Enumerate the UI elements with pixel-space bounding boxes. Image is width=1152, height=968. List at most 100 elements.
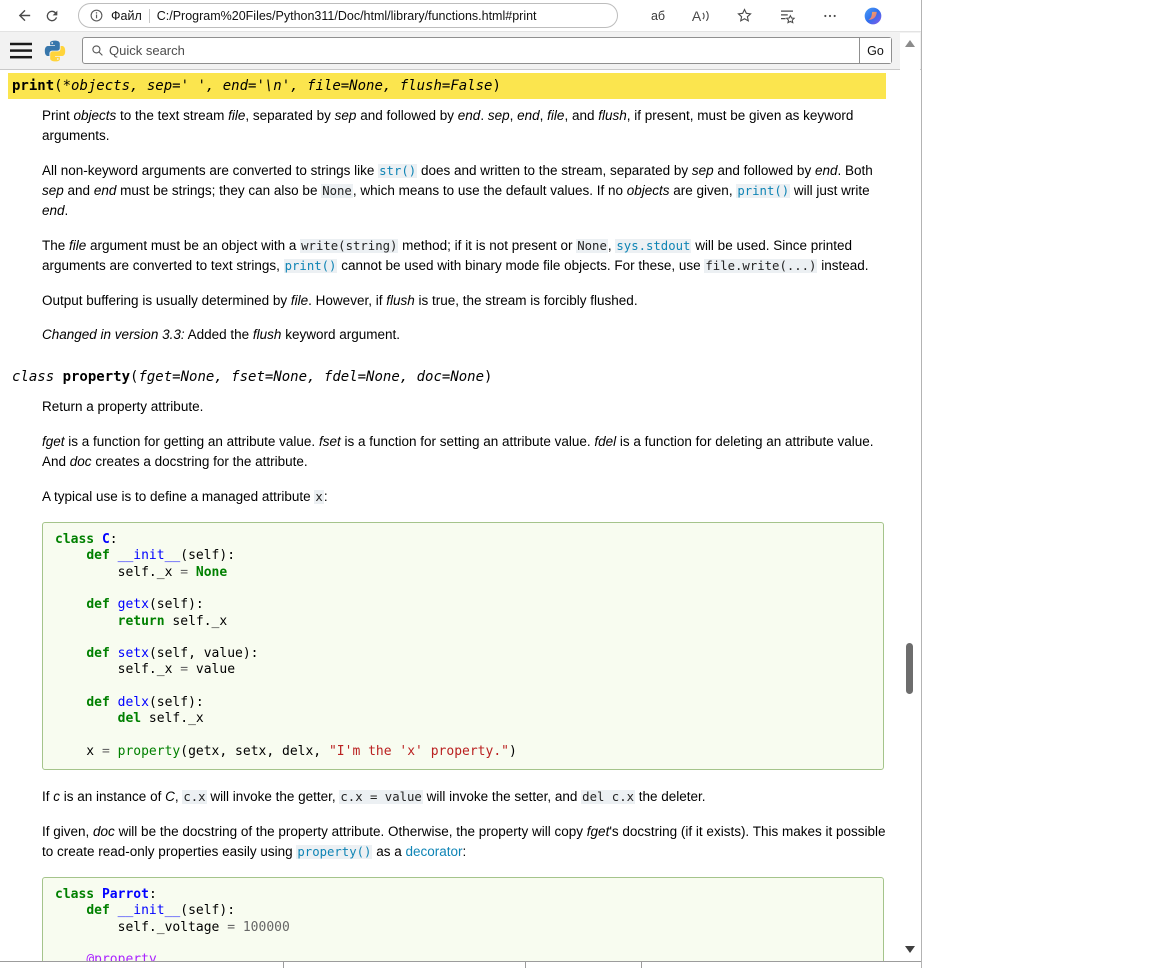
- text-span: cannot be used with binary mode file obj…: [337, 258, 704, 273]
- code-token: x: [55, 744, 102, 759]
- text-span: . Both: [837, 163, 872, 178]
- text-span: does and written to the stream, separate…: [417, 163, 692, 178]
- code-link[interactable]: print(): [284, 259, 338, 273]
- signature-property: class property(fget=None, fset=None, fde…: [8, 364, 886, 390]
- address-divider: [149, 9, 150, 23]
- italic-term: Changed in version 3.3:: [42, 327, 185, 342]
- code-token: (self):: [180, 903, 235, 918]
- collections-icon: [778, 7, 796, 25]
- text-span: Added the: [185, 327, 253, 342]
- copilot-button[interactable]: [859, 2, 887, 30]
- translate-icon: аб: [651, 9, 665, 23]
- text-span: is a function for getting an attribute v…: [65, 434, 319, 449]
- translate-button[interactable]: аб: [644, 2, 672, 30]
- text-span: :: [463, 844, 467, 859]
- code-token: 100000: [243, 920, 290, 935]
- italic-term: objects: [627, 183, 670, 198]
- text-span: , separated by: [245, 108, 334, 123]
- text-span: the deleter.: [635, 789, 706, 804]
- page-info-icon[interactable]: [89, 8, 104, 23]
- address-bar[interactable]: Файл C:/Program%20Files/Python311/Doc/ht…: [78, 3, 618, 28]
- hamburger-icon: [10, 42, 32, 60]
- code-token: [55, 614, 118, 629]
- italic-term: fget: [587, 824, 610, 839]
- code-token: (self):: [180, 548, 235, 563]
- italic-term: end: [458, 108, 481, 123]
- collections-button[interactable]: [773, 2, 801, 30]
- code-token: def: [86, 903, 109, 918]
- code-token: self._x: [55, 565, 180, 580]
- favorites-button[interactable]: [730, 2, 758, 30]
- star-icon: [736, 7, 753, 24]
- url-text: C:/Program%20Files/Python311/Doc/html/li…: [157, 9, 537, 23]
- code-token: setx: [118, 646, 149, 661]
- code-token: [94, 887, 102, 902]
- code-token: (getx, setx, delx,: [180, 744, 329, 759]
- code-token: [94, 532, 102, 547]
- read-aloud-icon: A: [692, 9, 710, 23]
- sig-paren: ): [484, 369, 492, 385]
- italic-term: sep: [42, 183, 64, 198]
- menu-button[interactable]: [8, 40, 34, 62]
- code-token: =: [102, 744, 110, 759]
- italic-term: flush: [386, 293, 415, 308]
- definition-list: print(*objects, sep=' ', end='\n', file=…: [12, 73, 886, 968]
- sig-params: *objects, sep=' ', end='\n', file=None, …: [63, 78, 493, 94]
- code-link[interactable]: print(): [736, 184, 790, 198]
- code-token: =: [180, 565, 188, 580]
- browser-window: Файл C:/Program%20Files/Python311/Doc/ht…: [0, 0, 922, 968]
- code-token: (self, value):: [149, 646, 259, 661]
- text-span: Output buffering is usually determined b…: [42, 293, 291, 308]
- sig-paren: ): [492, 78, 500, 94]
- text-span: is true, the stream is forcibly flushed.: [415, 293, 638, 308]
- text-span: , which means to use the default values.…: [353, 183, 627, 198]
- python-logo-icon[interactable]: [43, 39, 67, 63]
- bottom-edge: [0, 961, 921, 968]
- text-span: and followed by: [356, 108, 457, 123]
- code-token: self._x: [165, 614, 228, 629]
- read-aloud-button[interactable]: A: [687, 2, 715, 30]
- refresh-button[interactable]: [38, 2, 66, 30]
- go-button[interactable]: Go: [859, 38, 891, 63]
- scroll-up-arrow-icon[interactable]: [905, 40, 915, 47]
- code-token: self._x: [141, 711, 204, 726]
- text-span: must be strings; they can also be: [116, 183, 321, 198]
- text-span: Return a property attribute.: [42, 399, 203, 414]
- toolbar-actions: аб A: [644, 2, 887, 30]
- text-span: will invoke the setter, and: [423, 789, 581, 804]
- italic-term: file: [547, 108, 564, 123]
- italic-term: fset: [319, 434, 341, 449]
- paragraph: Changed in version 3.3: Added the flush …: [42, 325, 886, 345]
- code-token: [55, 548, 86, 563]
- docs-header: Go: [0, 32, 921, 70]
- italic-term: fdel: [594, 434, 616, 449]
- text-span: The: [42, 238, 69, 253]
- italic-term: doc: [93, 824, 115, 839]
- paragraph: fget is a function for getting an attrib…: [42, 432, 886, 472]
- vertical-scrollbar[interactable]: [900, 33, 920, 968]
- code-token: [110, 744, 118, 759]
- search-input[interactable]: [109, 38, 859, 63]
- text-span: creates a docstring for the attribute.: [92, 454, 308, 469]
- code-token: [110, 597, 118, 612]
- text-span: will be the docstring of the property at…: [115, 824, 587, 839]
- text-span: If: [42, 789, 53, 804]
- text-span: .: [480, 108, 488, 123]
- scroll-down-arrow-icon[interactable]: [905, 946, 915, 953]
- code-link[interactable]: str(): [378, 164, 417, 178]
- inline-code: None: [321, 184, 353, 198]
- text-span: and: [64, 183, 94, 198]
- code-token: Parrot: [102, 887, 149, 902]
- code-token: ): [509, 744, 517, 759]
- code-token: __init__: [118, 903, 181, 918]
- code-link[interactable]: property(): [296, 845, 372, 859]
- code-token: :: [110, 532, 118, 547]
- text-span: instead.: [817, 258, 868, 273]
- more-button[interactable]: [816, 2, 844, 30]
- italic-term: flush: [598, 108, 627, 123]
- text-span: All non-keyword arguments are converted …: [42, 163, 378, 178]
- code-link[interactable]: sys.stdout: [615, 239, 691, 253]
- scrollbar-thumb[interactable]: [906, 643, 913, 694]
- back-button[interactable]: [10, 2, 38, 30]
- text-link[interactable]: decorator: [405, 844, 462, 859]
